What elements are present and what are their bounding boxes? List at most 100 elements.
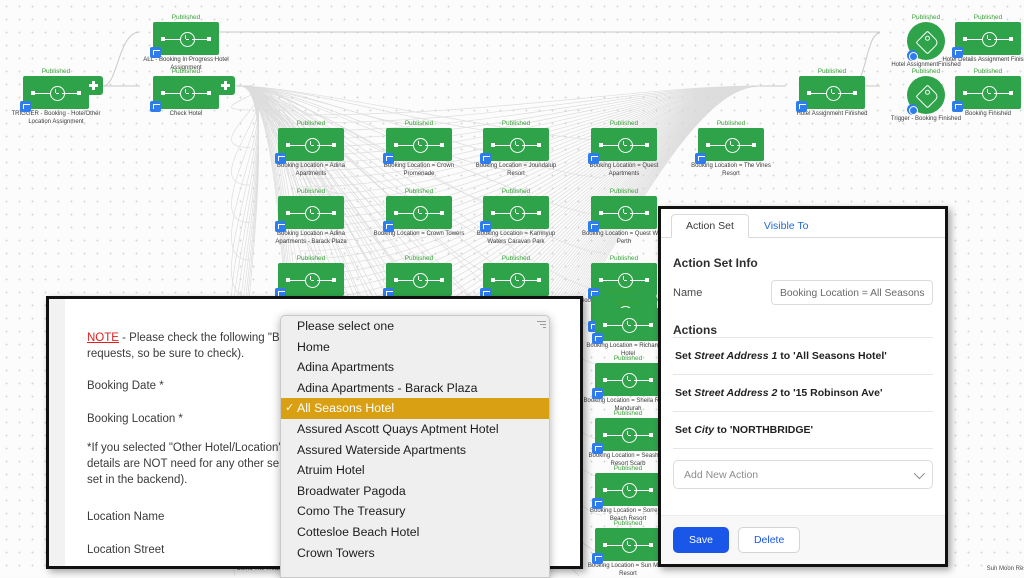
node-status-published: Published: [265, 120, 357, 128]
node-status-published: Published: [373, 255, 465, 263]
dropdown-option[interactable]: Adina Apartments: [281, 357, 549, 378]
node-body[interactable]: [483, 196, 549, 229]
action-item[interactable]: Set Street Address 1 to 'All Seasons Hot…: [673, 337, 933, 375]
node-body[interactable]: [153, 22, 219, 55]
node-label: Booking Location = Adina Apartments: [265, 163, 357, 178]
dropdown-option-label: Adina Apartments: [297, 360, 394, 374]
workflow-node-connector-2[interactable]: [216, 76, 235, 95]
node-body[interactable]: [386, 128, 452, 161]
node-label: Booking Location = Crown Towers: [373, 231, 465, 239]
workflow-node-booking-location[interactable]: Published Booking Location = Adina Apartm…: [265, 120, 357, 178]
node-body[interactable]: [955, 22, 1021, 55]
dropdown-option[interactable]: Atruim Hotel: [281, 460, 549, 481]
clock-icon: [278, 196, 344, 229]
action-prefix: Set: [675, 350, 694, 362]
flag-icon: [592, 443, 603, 454]
node-body[interactable]: [907, 76, 945, 114]
node-body[interactable]: [216, 76, 235, 95]
node-label: Booking Location = Quest West Perth: [578, 231, 670, 246]
action-item[interactable]: Set Street Address 2 to '15 Robinson Ave…: [673, 375, 933, 412]
workflow-node-booking-finished[interactable]: Published Booking Finished: [942, 68, 1024, 119]
workflow-node-booking-location[interactable]: PublishedBooking Location = The Vines Re…: [685, 120, 777, 178]
tag-icon: [915, 84, 939, 108]
node-status-published: Published: [10, 68, 102, 76]
node-label: Hotel Details Assignment Finished: [942, 57, 1024, 65]
node-body[interactable]: [278, 128, 344, 161]
node-body[interactable]: [153, 76, 219, 109]
node-body[interactable]: [907, 22, 945, 60]
node-body[interactable]: [595, 528, 661, 561]
node-body[interactable]: [386, 196, 452, 229]
tab-action-set[interactable]: Action Set: [671, 214, 749, 238]
dropdown-option[interactable]: Crown Towers: [281, 543, 549, 564]
node-status-published: Published: [578, 288, 670, 296]
dropdown-option[interactable]: Home: [281, 337, 549, 358]
node-body[interactable]: [595, 308, 661, 341]
workflow-node-booking-location[interactable]: Published Booking Location = Joundalup Re…: [470, 120, 562, 178]
action-prefix: Set: [675, 424, 694, 436]
dropdown-option-label: Please select one: [297, 319, 394, 333]
workflow-node-booking-location[interactable]: PublishedBooking Location = Adina Apartm…: [265, 188, 357, 246]
action-prefix: Set: [675, 387, 694, 399]
workflow-node-hotel-details-assignment-finished[interactable]: Published Hotel Details Assignment Finis…: [942, 14, 1024, 65]
delete-button[interactable]: Delete: [738, 527, 800, 553]
workflow-node-booking-location[interactable]: PublishedBooking Location = Quest Apartm…: [578, 120, 670, 178]
node-body[interactable]: [483, 128, 549, 161]
clock-icon: [799, 76, 865, 109]
node-body[interactable]: [591, 128, 657, 161]
clock-icon: [595, 363, 661, 396]
action-set-window[interactable]: Action Set Visible To Action Set Info Na…: [658, 206, 948, 567]
booking-location-dropdown[interactable]: Please select one Home Adina Apartments Adi…: [280, 315, 550, 578]
workflow-node-all-booking-in-progress[interactable]: Published ALL - Booking In Progress Hote…: [140, 14, 232, 72]
node-body[interactable]: [595, 473, 661, 506]
node-body[interactable]: [698, 128, 764, 161]
action-field: City: [694, 424, 714, 436]
node-body[interactable]: [595, 363, 661, 396]
node-status-published: Published: [140, 68, 232, 76]
tab-bar[interactable]: Action Set Visible To: [661, 209, 945, 238]
node-body[interactable]: [595, 418, 661, 451]
note-keyword: NOTE: [87, 332, 119, 344]
dropdown-option[interactable]: Broadwater Pagoda: [281, 481, 549, 502]
location-street-label: Location Street: [87, 544, 164, 556]
clock-icon: [595, 418, 661, 451]
flag-icon: [588, 221, 599, 232]
clock-icon: [483, 128, 549, 161]
workflow-node-booking-location[interactable]: PublishedBooking Location = Crown Promen…: [373, 120, 465, 178]
add-new-action-select[interactable]: Add New Action: [673, 460, 933, 489]
note-body: - Please check the following "Bool: [119, 332, 295, 344]
name-input[interactable]: Booking Location = All Seasons: [771, 280, 933, 305]
node-status-published: Published: [373, 288, 465, 296]
dropdown-option[interactable]: Cottesloe Beach Hotel: [281, 522, 549, 543]
dropdown-option[interactable]: Adina Apartments - Barack Plaza: [281, 378, 549, 399]
workflow-node-booking-location[interactable]: PublishedBooking Location = Karrinyup Wa…: [470, 188, 562, 246]
workflow-node-connector-1[interactable]: [84, 76, 103, 95]
node-status-published: Published: [942, 68, 1024, 76]
dropdown-option-list[interactable]: Please select one Home Adina Apartments Adi…: [281, 316, 549, 563]
action-item[interactable]: Set City to 'NORTHBRIDGE': [673, 412, 933, 449]
tab-visible-to[interactable]: Visible To: [749, 214, 824, 238]
clock-icon: [698, 128, 764, 161]
node-body[interactable]: [955, 76, 1021, 109]
dropdown-option[interactable]: Assured Waterside Apartments: [281, 440, 549, 461]
node-body[interactable]: [799, 76, 865, 109]
save-button[interactable]: Save: [673, 527, 729, 553]
node-label: Booking Location = Joundalup Resort: [470, 163, 562, 178]
workflow-node-booking-location[interactable]: PublishedBooking Location = Crown Towers: [373, 188, 465, 239]
node-label: Booking Location = Crown Promenade: [373, 163, 465, 178]
dropdown-option[interactable]: ✓All Seasons Hotel: [281, 398, 549, 419]
workflow-node-booking-location[interactable]: PublishedBooking Location = Quest West P…: [578, 188, 670, 246]
clock-icon: [278, 128, 344, 161]
node-status-published: Published: [470, 120, 562, 128]
node-body[interactable]: [591, 196, 657, 229]
dropdown-option[interactable]: Assured Ascott Quays Aptment Hotel: [281, 419, 549, 440]
node-body[interactable]: [23, 76, 89, 109]
workflow-node-hotel-assignment-finished[interactable]: Published Hotel Assignment Finished: [786, 68, 878, 119]
clock-icon: [386, 128, 452, 161]
node-body[interactable]: [84, 76, 103, 95]
flag-icon: [383, 221, 394, 232]
node-body[interactable]: [278, 196, 344, 229]
dropdown-option[interactable]: Please select one: [281, 316, 549, 337]
action-set-body: Action Set Info Name Booking Location = …: [661, 238, 945, 515]
dropdown-option[interactable]: Como The Treasury: [281, 501, 549, 522]
